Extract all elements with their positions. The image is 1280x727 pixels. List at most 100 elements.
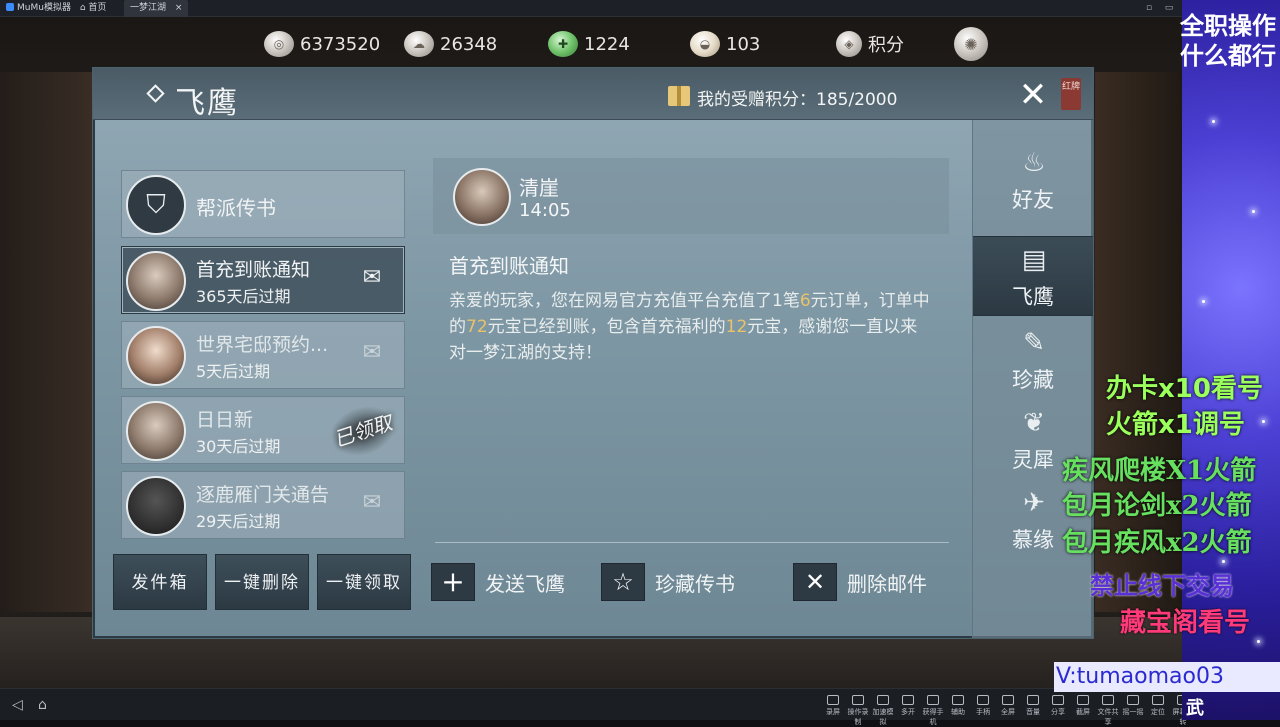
- overlay-text: 包月论剑x2火箭: [1062, 491, 1252, 521]
- tool-location[interactable]: 定位: [1147, 694, 1169, 716]
- sparkle: [1257, 640, 1260, 643]
- emulator-name: MuMu模拟器: [17, 3, 71, 13]
- charm-icon: ❦: [1023, 408, 1045, 438]
- tool-screenshot[interactable]: 截屏: [1072, 694, 1094, 716]
- crane-icon: ✈: [1023, 488, 1045, 518]
- favorite-mail-button[interactable]: ☆ 珍藏传书: [601, 562, 735, 602]
- favorite-mail-label: 珍藏传书: [655, 571, 735, 596]
- tool-gamepad[interactable]: 手柄: [972, 694, 994, 716]
- scroll-icon: ✉: [362, 340, 382, 365]
- tool-fullscreen[interactable]: 全屏: [997, 694, 1019, 716]
- mail-title: 世界宅邸预约...: [196, 334, 329, 356]
- home-icon[interactable]: ⌂: [38, 697, 47, 713]
- emulator-titlebar: MuMu模拟器 ⌂ 首页 一梦江湖 × ▫ ▭ ◻ ≡ – □ ×: [0, 0, 1280, 17]
- tool-files[interactable]: 文件共享: [1097, 694, 1119, 726]
- tool-macro[interactable]: 操作录制: [847, 694, 869, 726]
- mail-title: 日日新: [196, 409, 254, 431]
- tab-label: 飞鹰: [1012, 285, 1054, 309]
- sender-avatar: [126, 326, 186, 386]
- claimed-stamp: 已领取: [324, 397, 402, 465]
- scroll-icon: ▤: [1021, 245, 1047, 275]
- overlay-text: 火箭x1调号: [1106, 410, 1245, 440]
- tab-collection[interactable]: ✎ 珍藏: [973, 320, 1093, 400]
- tab-eagle[interactable]: ▤ 飞鹰: [973, 236, 1093, 316]
- settings-gear[interactable]: ✺: [954, 27, 988, 61]
- gear-icon: ✺: [954, 27, 988, 61]
- close-button[interactable]: ✕: [1016, 78, 1050, 112]
- message-body: 亲爱的玩家，您在网易官方充值平台充值了1笔6元订单，订单中的72元宝已经到账，包…: [449, 288, 934, 366]
- received-points: 我的受赠积分：185/2000: [697, 90, 898, 110]
- overlay-text: 武: [1186, 698, 1204, 719]
- outbox-button[interactable]: 发件箱: [113, 554, 207, 610]
- body-text: 元宝已经到账，包含首充福利的: [487, 317, 726, 337]
- tool-share[interactable]: 分享: [1047, 694, 1069, 716]
- tool-phone[interactable]: 获得手机: [922, 694, 944, 726]
- seal-stamp: 红牌: [1061, 78, 1081, 110]
- settings-icon[interactable]: ▭: [1164, 0, 1174, 17]
- currency-ingot[interactable]: ◒ 103: [690, 29, 760, 59]
- body-text: 亲爱的玩家，您在网易官方充值平台充值了1笔: [449, 291, 800, 311]
- shield-icon: ⛉: [146, 189, 166, 220]
- tool-multi[interactable]: 多开: [897, 694, 919, 716]
- tab-home[interactable]: MuMu模拟器 ⌂ 首页: [2, 0, 122, 17]
- mail-item-first-charge[interactable]: 首充到账通知 365天后过期 ✉: [121, 246, 405, 314]
- back-icon[interactable]: ◁: [12, 697, 23, 713]
- delete-all-button[interactable]: 一键删除: [215, 554, 309, 610]
- tool-volume[interactable]: 音量: [1022, 694, 1044, 716]
- sender-avatar: [126, 401, 186, 461]
- mail-item-guild[interactable]: ⛉ 帮派传书: [121, 170, 405, 238]
- tool-shake[interactable]: 摇一摇: [1122, 694, 1144, 716]
- tool-assist[interactable]: 辅助: [947, 694, 969, 716]
- teapot-icon: ♨: [1022, 148, 1046, 178]
- mail-item-yanmen[interactable]: 逐鹿雁门关通告 29天后过期 ✉: [121, 471, 405, 539]
- overlay-text: 办卡x10看号: [1106, 374, 1263, 404]
- sparkle: [1252, 210, 1255, 213]
- overlay-text: 包月疾风x2火箭: [1062, 528, 1252, 558]
- mail-title: 逐鹿雁门关通告: [196, 484, 330, 506]
- currency-jade[interactable]: ✚ 1224: [548, 29, 630, 59]
- tab-label: 珍藏: [1012, 368, 1054, 392]
- tab-label: 好友: [1012, 188, 1054, 212]
- menu-icon[interactable]: ▫: [1144, 0, 1154, 17]
- overlay-text: 什么都行: [1180, 41, 1276, 70]
- message-time: 14:05: [519, 200, 571, 221]
- scroll-icon: ✉: [362, 490, 382, 515]
- overlay-text: 藏宝阁看号: [1120, 608, 1251, 638]
- overlay-text: 疾风爬楼X1火箭: [1062, 456, 1257, 486]
- coins-value: 6373520: [300, 33, 381, 55]
- emulator-taskbar: ◁ ⌂ 录屏 操作录制 加速模拟 多开 获得手机 辅助 手柄 全屏 音量 分享 …: [0, 688, 1194, 726]
- mumu-logo-icon: [6, 3, 14, 11]
- jade-icon: ✚: [548, 31, 578, 57]
- tab-game[interactable]: 一梦江湖 ×: [124, 0, 188, 17]
- book-icon: ✎: [1023, 328, 1045, 358]
- tool-record[interactable]: 录屏: [822, 694, 844, 716]
- mail-item-world-house[interactable]: 世界宅邸预约... 5天后过期 ✉: [121, 321, 405, 389]
- x-icon: ✕: [793, 563, 837, 601]
- silver-value: 26348: [440, 33, 498, 55]
- message-header: 清崖 14:05: [433, 158, 949, 234]
- close-tab-icon[interactable]: ×: [175, 3, 183, 13]
- currency-coins[interactable]: ◎ 6373520: [264, 29, 380, 59]
- home-icon: ⌂: [79, 3, 86, 13]
- highlight-amount: 12: [725, 317, 748, 337]
- side-nav: ♨ 好友 ▤ 飞鹰 ✎ 珍藏 ❦ 灵犀 ✈ 慕缘: [972, 120, 1093, 638]
- sparkle: [1262, 420, 1265, 423]
- mail-expiry: 29天后过期: [196, 512, 281, 531]
- ingot-value: 103: [726, 33, 761, 55]
- currency-points[interactable]: ◈ 积分: [836, 29, 904, 59]
- sparkle: [1212, 120, 1215, 123]
- send-eagle-button[interactable]: + 发送飞鹰: [431, 562, 565, 602]
- mail-title: 帮派传书: [196, 196, 276, 220]
- tab-friends[interactable]: ♨ 好友: [973, 140, 1093, 220]
- game-viewport: ◎ 6373520 ☁ 26348 ✚ 1224 ◒ 103 ◈ 积分 ✺ 飞鹰…: [0, 17, 1182, 688]
- toolbar: 录屏 操作录制 加速模拟 多开 获得手机 辅助 手柄 全屏 音量 分享 截屏 文…: [822, 694, 1194, 726]
- delete-mail-button[interactable]: ✕ 删除邮件: [793, 562, 927, 602]
- claim-all-button[interactable]: 一键领取: [317, 554, 411, 610]
- message-title: 首充到账通知: [449, 254, 569, 278]
- sparkle: [1222, 560, 1225, 563]
- ingot-icon: ◒: [690, 31, 720, 57]
- currency-silver[interactable]: ☁ 26348: [404, 29, 497, 59]
- mail-item-daily[interactable]: 日日新 30天后过期 已领取: [121, 396, 405, 465]
- guild-avatar: ⛉: [126, 175, 186, 235]
- tool-speed[interactable]: 加速模拟: [872, 694, 894, 726]
